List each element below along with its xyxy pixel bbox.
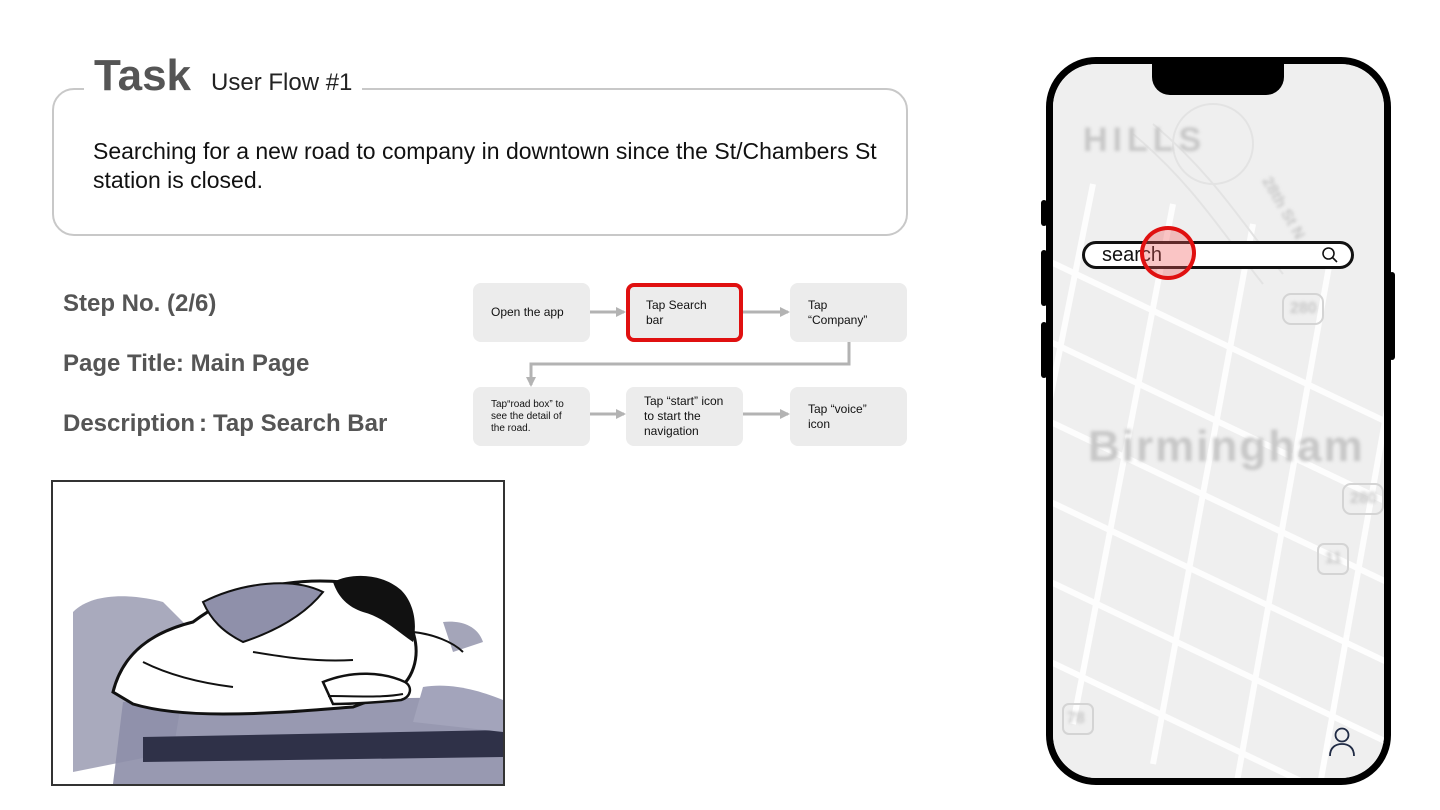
phone-notch	[1152, 64, 1284, 95]
flow-node-tap-road-box: Tap“road box” to see the detail of the r…	[473, 387, 590, 446]
storyboard-sketch	[51, 480, 505, 786]
map-label-route-280-b: 280	[1350, 490, 1377, 507]
map-label-route-280-a: 280	[1290, 300, 1317, 317]
flow-node-tap-start: Tap “start” icon to start the navigation	[626, 387, 743, 446]
sleeping-person-illustration	[73, 575, 503, 784]
flow-node-tap-voice: Tap “voice” icon	[790, 387, 907, 446]
map-label-hills: HILLS	[1083, 121, 1207, 159]
map-label-city: Birmingham	[1088, 422, 1365, 471]
map-label-route-11: 11	[1325, 550, 1342, 567]
arrow-3-4	[526, 342, 851, 387]
map-background	[1053, 64, 1384, 778]
flow-node-tap-company: Tap “Company”	[790, 283, 907, 342]
map-label-route-78: 78	[1067, 710, 1085, 727]
phone-frame: HILLS 28th St N Birmingham 280 280 11 78	[1046, 57, 1391, 785]
search-input[interactable]: search	[1082, 241, 1354, 269]
search-icon[interactable]	[1321, 246, 1339, 264]
flow-node-tap-search-bar: Tap Search bar	[626, 283, 743, 342]
flow-node-open-app: Open the app	[473, 283, 590, 342]
tap-indicator	[1140, 226, 1196, 280]
profile-icon[interactable]	[1327, 726, 1357, 758]
